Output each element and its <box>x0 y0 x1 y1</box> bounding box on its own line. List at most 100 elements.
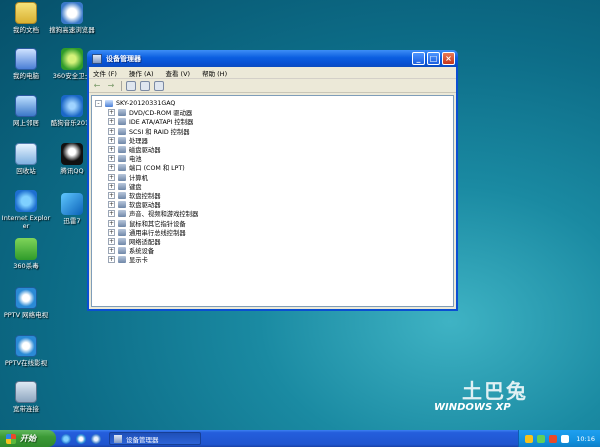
tree-item[interactable]: + 端口 (COM 和 LPT) <box>95 163 453 172</box>
system-tray: 10:16 <box>518 430 600 447</box>
desktop-icon-label: Internet Explorer <box>1 214 51 230</box>
tree-item-label: 计算机 <box>129 174 148 182</box>
tree-item[interactable]: + IDE ATA/ATAPI 控制器 <box>95 117 453 126</box>
expand-icon[interactable]: + <box>108 237 115 245</box>
help-icon[interactable] <box>154 80 164 91</box>
tree-item-label: IDE ATA/ATAPI 控制器 <box>129 119 194 127</box>
back-button[interactable]: ← <box>92 81 102 91</box>
tree-item[interactable]: + 计算机 <box>95 173 453 182</box>
forward-button[interactable]: → <box>106 81 116 91</box>
logo-text: 土巴兔 <box>462 379 528 403</box>
desktop-icon-label: PPTV在线影视 <box>4 359 48 367</box>
tree-item[interactable]: + 电池 <box>95 154 453 163</box>
toolbar-separator <box>121 80 122 91</box>
expand-icon[interactable]: + <box>108 173 115 181</box>
tree-item[interactable]: + 磁盘驱动器 <box>95 145 453 154</box>
tray-shield-icon[interactable] <box>525 434 533 443</box>
tree-item[interactable]: + 键盘 <box>95 182 453 191</box>
menu-action[interactable]: 操作 (A) <box>129 68 154 78</box>
tree-item-label: DVD/CD-ROM 驱动器 <box>129 110 193 118</box>
desktop-icon-ie[interactable]: Internet Explorer <box>0 190 52 230</box>
tray-volume-icon[interactable] <box>561 434 569 443</box>
tree-item[interactable]: + SCSI 和 RAID 控制器 <box>95 127 453 136</box>
expand-icon[interactable]: + <box>108 256 115 264</box>
properties-icon[interactable] <box>140 80 150 91</box>
tree-item[interactable]: + 系统设备 <box>95 246 453 255</box>
desktop-icon-label: 回收站 <box>16 167 36 175</box>
desktop-icon-my-documents[interactable]: 我的文档 <box>0 2 52 34</box>
desktop-icon-label: 我的电脑 <box>13 72 39 80</box>
expand-icon[interactable]: + <box>108 118 115 126</box>
taskbar-button-label: 设备管理器 <box>126 435 159 444</box>
internet-explorer-icon <box>15 190 37 212</box>
desktop-icon-label: PPTV 网络电视 <box>3 311 49 319</box>
device-category-icon <box>118 146 126 154</box>
desktop-icon-my-computer[interactable]: 我的电脑 <box>0 48 52 80</box>
toolbar: ← → <box>89 79 456 93</box>
expand-icon[interactable]: + <box>108 146 115 154</box>
quicklaunch-browser-icon[interactable] <box>91 433 101 444</box>
windows-xp-logo-text: WINDOWS XP <box>434 402 511 413</box>
device-tree[interactable]: - SKY-20120331GAQ + DVD/CD-ROM 驱动器 + IDE AT… <box>91 95 454 307</box>
window-titlebar[interactable]: 设备管理器 _ □ × <box>87 50 458 67</box>
device-manager-window[interactable]: 设备管理器 _ □ × 文件 (F) 操作 (A) 查看 (V) 帮助 (H) … <box>87 50 458 311</box>
device-category-icon <box>118 182 126 190</box>
pptv-icon <box>15 335 37 357</box>
menu-file[interactable]: 文件 (F) <box>93 68 117 78</box>
tree-item[interactable]: + 声音、视频和游戏控制器 <box>95 209 453 218</box>
tree-item-label: 网络适配器 <box>129 238 161 246</box>
quicklaunch-media-icon[interactable] <box>76 433 86 444</box>
clock[interactable]: 10:16 <box>576 435 595 443</box>
tree-item-label: 软盘控制器 <box>129 192 161 200</box>
start-button[interactable]: 开始 <box>0 430 56 447</box>
taskbar-button-device-manager[interactable]: 设备管理器 <box>109 432 201 445</box>
desktop-icon-pptv-online[interactable]: PPTV在线影视 <box>0 335 52 367</box>
menu-view[interactable]: 查看 (V) <box>165 68 190 78</box>
tray-360-icon[interactable] <box>537 434 545 443</box>
device-category-icon <box>118 228 126 236</box>
kugou-icon <box>61 95 83 117</box>
expand-icon[interactable]: + <box>108 164 115 172</box>
desktop-icon-label: 搜狗高速浏览器 <box>49 26 95 34</box>
desktop-icon-sogou-browser[interactable]: 搜狗高速浏览器 <box>46 2 98 34</box>
expand-icon[interactable]: + <box>108 136 115 144</box>
expand-icon[interactable]: + <box>108 219 115 227</box>
tree-item[interactable]: + 显示卡 <box>95 255 453 264</box>
close-button[interactable]: × <box>442 52 455 65</box>
desktop-icon-pptv-tv[interactable]: PPTV 网络电视 <box>0 287 52 319</box>
tree-item[interactable]: + DVD/CD-ROM 驱动器 <box>95 108 453 117</box>
expand-icon[interactable]: + <box>108 182 115 190</box>
tree-item-label: 键盘 <box>129 183 142 191</box>
tree-item[interactable]: + 处理器 <box>95 136 453 145</box>
window-title: 设备管理器 <box>106 54 141 63</box>
tree-item[interactable]: + 软盘控制器 <box>95 191 453 200</box>
show-hide-tree-icon[interactable] <box>126 80 136 91</box>
expand-icon[interactable]: + <box>108 228 115 236</box>
maximize-button[interactable]: □ <box>427 52 440 65</box>
expand-icon[interactable]: + <box>108 247 115 255</box>
desktop-icon-broadband[interactable]: 宽带连接 <box>0 381 52 413</box>
tree-item-label: 电池 <box>129 156 142 164</box>
tree-item[interactable]: + 鼠标和其它指针设备 <box>95 218 453 228</box>
tray-alert-icon[interactable] <box>549 434 557 443</box>
expand-icon[interactable]: + <box>108 210 115 218</box>
desktop-icon-recycle-bin[interactable]: 回收站 <box>0 143 52 175</box>
quicklaunch-ie-icon[interactable] <box>61 433 71 444</box>
network-icon <box>15 95 37 117</box>
tree-item-label: 磁盘驱动器 <box>129 147 161 155</box>
expand-icon[interactable]: + <box>108 155 115 163</box>
tree-item-label: 声音、视频和游戏控制器 <box>129 211 199 219</box>
collapse-icon[interactable]: - <box>95 100 102 108</box>
tree-item[interactable]: + 通用串行总线控制器 <box>95 228 453 237</box>
tree-root[interactable]: - SKY-20120331GAQ <box>95 99 453 108</box>
minimize-button[interactable]: _ <box>412 52 425 65</box>
menu-help[interactable]: 帮助 (H) <box>202 68 227 78</box>
tree-item[interactable]: + 网络适配器 <box>95 237 453 246</box>
expand-icon[interactable]: + <box>108 109 115 117</box>
desktop-icon-360-antivirus[interactable]: 360杀毒 <box>0 238 52 270</box>
expand-icon[interactable]: + <box>108 191 115 199</box>
desktop-icon-network-places[interactable]: 网上邻居 <box>0 95 52 127</box>
expand-icon[interactable]: + <box>108 201 115 209</box>
expand-icon[interactable]: + <box>108 127 115 135</box>
tree-item[interactable]: + 软盘驱动器 <box>95 200 453 209</box>
